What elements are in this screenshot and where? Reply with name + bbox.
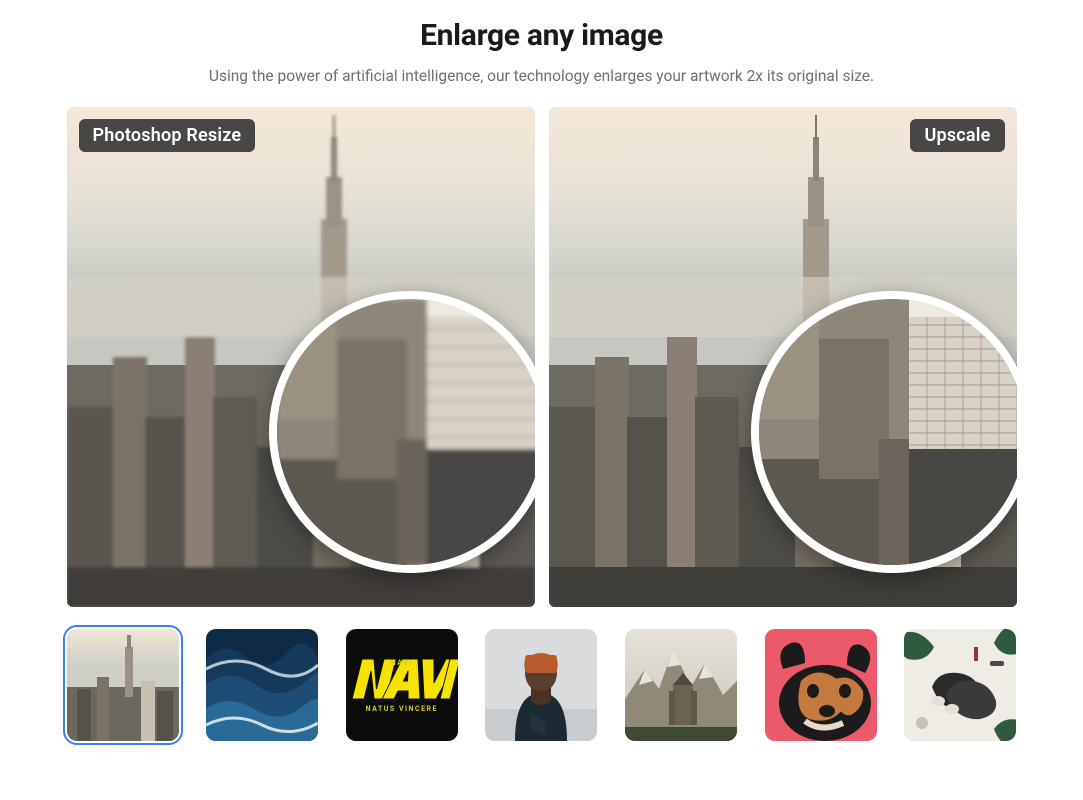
thumbnail-portrait-man[interactable]: [485, 629, 597, 741]
thumbnail-dog-illustration[interactable]: [765, 629, 877, 741]
thumbnail-ocean-waves[interactable]: [206, 629, 318, 741]
thumbnail-castle-mountain[interactable]: [625, 629, 737, 741]
comparison-panel-right: Upscale: [549, 107, 1017, 607]
city-image-left: [67, 107, 535, 607]
thumbnail-city-skyline[interactable]: [67, 629, 179, 741]
comparison-row: Photoshop Resize: [67, 107, 1017, 607]
navi-logo-bottom-text: NATUS VINCERE: [346, 705, 458, 713]
page-subtitle: Using the power of artificial intelligen…: [209, 67, 874, 85]
thumbnail-flatlay-shoes[interactable]: [904, 629, 1016, 741]
page-root: Enlarge any image Using the power of art…: [0, 0, 1083, 800]
page-title: Enlarge any image: [420, 18, 663, 53]
city-image-right: [549, 107, 1017, 607]
navi-logo-top-text: NAVI: [346, 659, 458, 667]
comparison-panel-left: Photoshop Resize: [67, 107, 535, 607]
thumbnail-navi-logo[interactable]: NAVI NATUS VINCERE: [346, 629, 458, 741]
thumbnail-strip: NAVI NATUS VINCERE: [67, 629, 1017, 741]
